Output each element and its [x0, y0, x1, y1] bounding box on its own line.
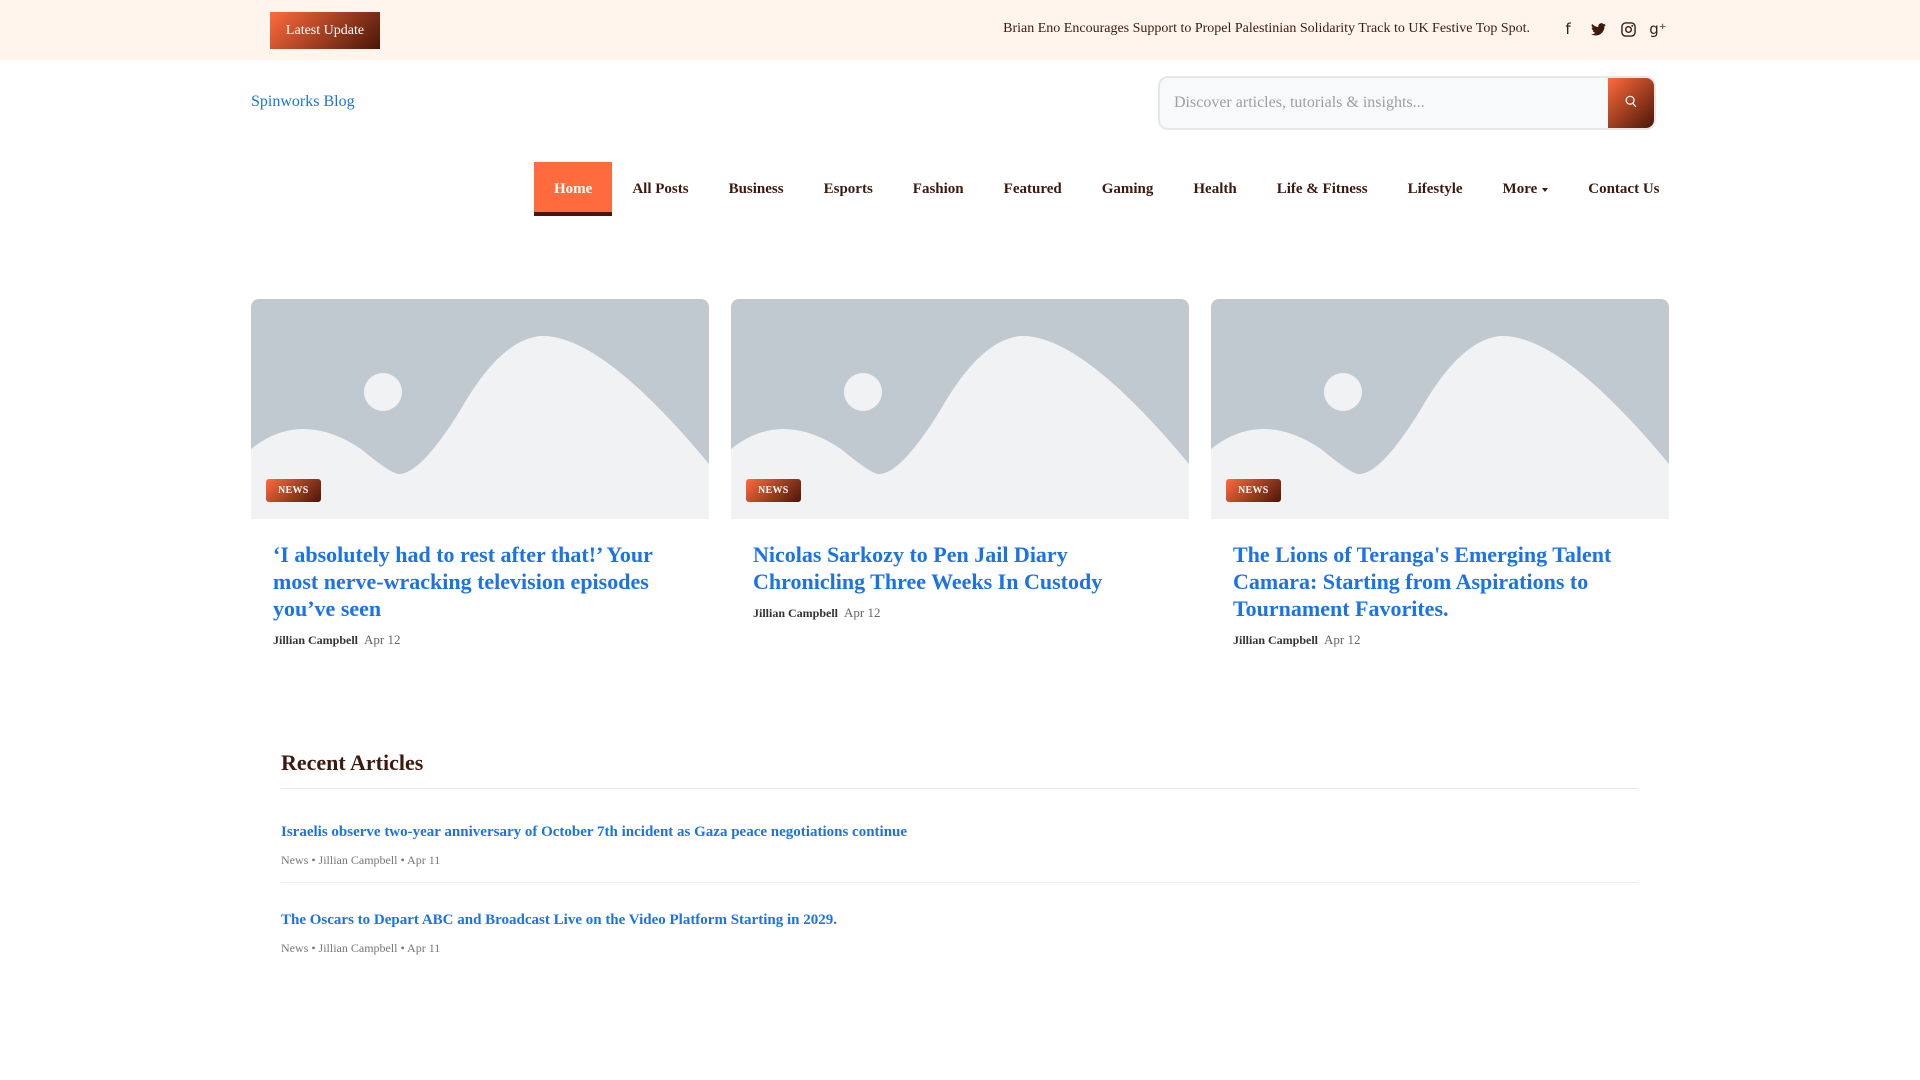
article-card: NEWS Nicolas Sarkozy to Pen Jail Diary C… [731, 299, 1189, 648]
image-placeholder-icon[interactable]: NEWS [731, 299, 1189, 519]
top-bar: Latest Update Brian Eno Encourages Suppo… [0, 0, 1920, 60]
nav-esports[interactable]: Esports [804, 162, 893, 216]
recent-articles: Recent Articles Israelis observe two-yea… [281, 750, 1638, 970]
recent-article-link[interactable]: The Oscars to Depart ABC and Broadcast L… [281, 912, 837, 928]
facebook-icon[interactable]: f [1558, 18, 1578, 40]
recent-article-meta: News • Jillian Campbell • Apr 11 [281, 941, 441, 955]
nav-gaming[interactable]: Gaming [1082, 162, 1174, 216]
nav-all-posts[interactable]: All Posts [612, 162, 708, 216]
category-badge[interactable]: NEWS [746, 479, 801, 502]
category-badge[interactable]: NEWS [1226, 479, 1281, 502]
article-card: NEWS The Lions of Teranga's Emerging Tal… [1211, 299, 1669, 648]
featured-cards: NEWS ‘I absolutely had to rest after tha… [251, 299, 1669, 648]
latest-update-button[interactable]: Latest Update [270, 12, 380, 49]
nav-home[interactable]: Home [534, 162, 613, 216]
date: Apr 12 [844, 605, 881, 620]
ticker-headline[interactable]: Brian Eno Encourages Support to Propel P… [1003, 21, 1530, 37]
site-logo[interactable]: Spinworks Blog [251, 93, 355, 111]
list-item: The Oscars to Depart ABC and Broadcast L… [281, 883, 1638, 970]
google-plus-icon[interactable]: g⁺ [1648, 18, 1668, 40]
nav-fashion[interactable]: Fashion [893, 162, 984, 216]
author: Jillian Campbell [273, 633, 359, 647]
nav-contact-us[interactable]: Contact Us [1568, 162, 1679, 216]
search-icon [1625, 95, 1637, 107]
date: Apr 12 [1324, 632, 1361, 647]
instagram-icon[interactable] [1618, 18, 1638, 40]
image-placeholder-icon[interactable]: NEWS [1211, 299, 1669, 519]
article-title-link[interactable]: ‘I absolutely had to rest after that!’ Y… [273, 541, 687, 622]
nav-business[interactable]: Business [709, 162, 804, 216]
nav-more-dropdown[interactable]: More [1483, 162, 1569, 216]
author: Jillian Campbell [753, 606, 839, 620]
recent-article-link[interactable]: Israelis observe two-year anniversary of… [281, 824, 907, 840]
nav-health[interactable]: Health [1173, 162, 1256, 216]
search-box [1158, 76, 1656, 130]
nav-featured[interactable]: Featured [984, 162, 1082, 216]
category-badge[interactable]: NEWS [266, 479, 321, 502]
main-nav: Home All Posts Business Esports Fashion … [534, 162, 1680, 216]
date: Apr 12 [364, 632, 401, 647]
image-placeholder-icon[interactable]: NEWS [251, 299, 709, 519]
list-item: Israelis observe two-year anniversary of… [281, 789, 1638, 883]
recent-article-meta: News • Jillian Campbell • Apr 11 [281, 853, 441, 867]
article-title-link[interactable]: Nicolas Sarkozy to Pen Jail Diary Chroni… [753, 541, 1167, 595]
section-heading: Recent Articles [281, 750, 1638, 789]
article-card: NEWS ‘I absolutely had to rest after tha… [251, 299, 709, 648]
nav-lifestyle[interactable]: Lifestyle [1388, 162, 1483, 216]
nav-life-fitness[interactable]: Life & Fitness [1257, 162, 1388, 216]
social-links: f g⁺ [1558, 18, 1668, 40]
author: Jillian Campbell [1233, 633, 1319, 647]
search-button[interactable] [1608, 78, 1654, 128]
article-title-link[interactable]: The Lions of Teranga's Emerging Talent C… [1233, 541, 1647, 622]
twitter-icon[interactable] [1588, 18, 1608, 40]
search-input[interactable] [1160, 78, 1610, 128]
